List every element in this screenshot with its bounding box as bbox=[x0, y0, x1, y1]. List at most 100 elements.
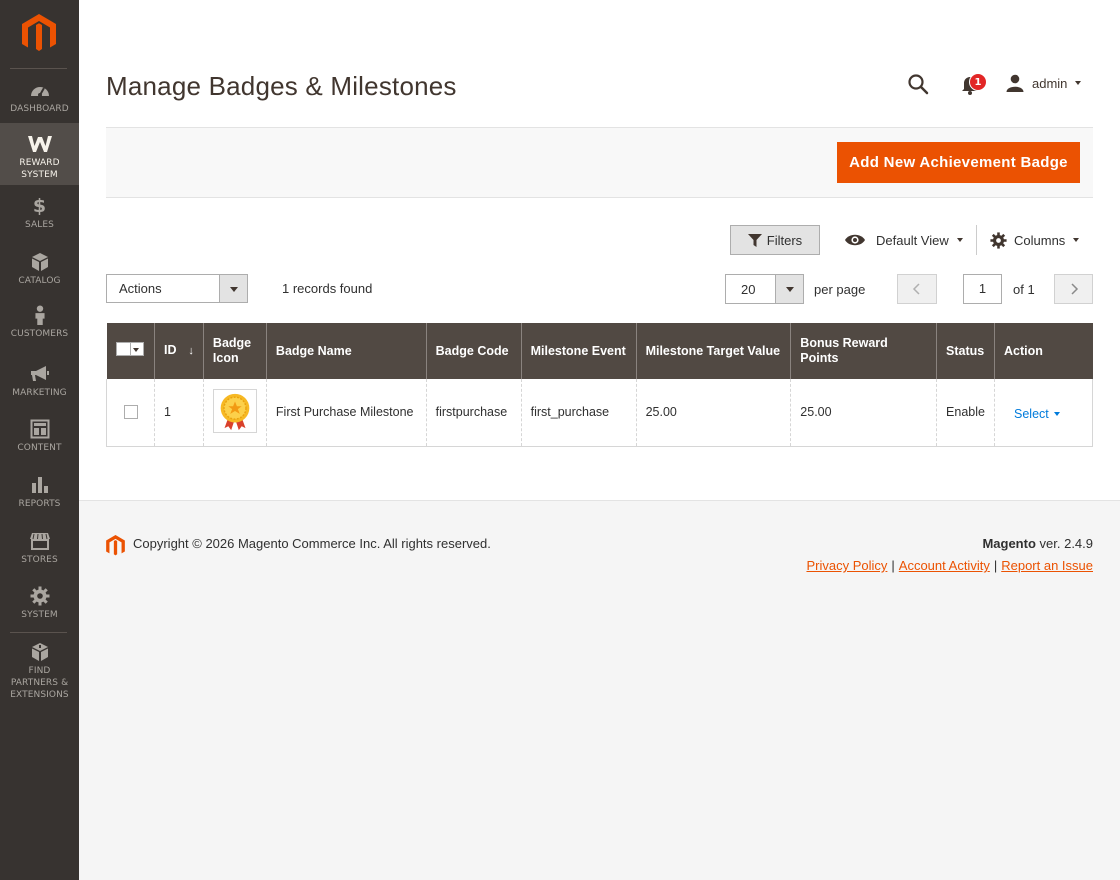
mass-select-checkbox[interactable] bbox=[115, 342, 144, 356]
reward-icon bbox=[27, 136, 52, 152]
view-switcher[interactable]: Default View bbox=[844, 227, 963, 253]
sidebar-item-label: DASHBOARD bbox=[10, 104, 69, 114]
dollar-icon: $ bbox=[32, 195, 47, 217]
columns-label: Columns bbox=[1014, 232, 1066, 248]
cell-badge-name: First Purchase Milestone bbox=[265, 379, 427, 447]
sidebar-item-reward-system[interactable]: REWARD SYSTEM bbox=[0, 123, 79, 185]
sort-arrow-icon: ↓ bbox=[188, 345, 194, 357]
select-all-checkbox[interactable] bbox=[115, 342, 131, 356]
mass-select-header[interactable] bbox=[106, 323, 155, 379]
sidebar-item-marketing[interactable]: MARKETING bbox=[0, 364, 79, 400]
bar-chart-icon bbox=[31, 477, 48, 493]
per-page-label: per page bbox=[814, 282, 866, 297]
cell-target-value: 25.00 bbox=[635, 379, 791, 447]
column-header-milestone-target[interactable]: Milestone Target Value bbox=[635, 323, 791, 379]
main-content: Manage Badges & Milestones 1 admin Add N… bbox=[79, 0, 1120, 500]
report-issue-link[interactable]: Report an Issue bbox=[1001, 558, 1093, 573]
cell-action: Select bbox=[994, 379, 1093, 447]
brand-name: Magento bbox=[982, 536, 1036, 551]
filter-icon bbox=[747, 233, 762, 247]
column-header-badge-name[interactable]: Badge Name bbox=[265, 323, 427, 379]
mass-actions-select[interactable]: Actions bbox=[106, 274, 248, 303]
records-found: 1 records found bbox=[282, 281, 373, 296]
search-icon[interactable] bbox=[907, 73, 929, 95]
cell-id: 1 bbox=[153, 379, 204, 447]
mass-actions-label: Actions bbox=[119, 281, 162, 296]
dashboard-icon bbox=[30, 87, 49, 97]
copyright-text: Copyright © 2026 Magento Commerce Inc. A… bbox=[133, 536, 491, 551]
sidebar-item-find-partners[interactable]: FIND PARTNERS & EXTENSIONS bbox=[0, 642, 79, 700]
cell-milestone-event: first_purchase bbox=[520, 379, 637, 447]
view-label: Default View bbox=[876, 232, 949, 248]
magento-logo bbox=[106, 535, 125, 556]
sidebar-item-sales[interactable]: $ SALES bbox=[0, 196, 79, 232]
footer-links: Privacy Policy | Account Activity | Report a… bbox=[806, 558, 1093, 573]
column-header-badge-code[interactable]: Badge Code bbox=[425, 323, 522, 379]
user-name: admin bbox=[1032, 75, 1068, 91]
page-count: of 1 bbox=[1013, 282, 1035, 297]
filters-button[interactable]: Filters bbox=[730, 225, 820, 255]
sidebar-item-label: REWARD SYSTEM bbox=[19, 158, 60, 180]
magento-logo[interactable] bbox=[22, 14, 56, 54]
filters-label: Filters bbox=[766, 232, 803, 248]
user-menu[interactable]: admin bbox=[1006, 72, 1082, 94]
next-page-button[interactable] bbox=[1054, 274, 1093, 304]
privacy-policy-link[interactable]: Privacy Policy bbox=[806, 558, 887, 573]
sidebar-item-label: CUSTOMERS bbox=[10, 329, 69, 339]
row-checkbox[interactable] bbox=[124, 405, 138, 420]
admin-sidebar: DASHBOARD REWARD SYSTEM $ SALES CATALOG … bbox=[0, 0, 79, 880]
sidebar-item-catalog[interactable]: CATALOG bbox=[0, 252, 79, 288]
row-checkbox-cell bbox=[106, 379, 155, 447]
toolbar-divider bbox=[976, 225, 977, 255]
chevron-down-icon bbox=[1075, 81, 1082, 85]
column-header-label: Badge Icon bbox=[212, 336, 252, 365]
chevron-right-icon bbox=[1071, 283, 1079, 295]
grid-header-row: ID ↓ Badge Icon Badge Name Badge Code Mil… bbox=[106, 323, 1093, 379]
box-icon bbox=[31, 643, 48, 661]
table-row: 1 First Purchase Milestone firstpurchase… bbox=[106, 379, 1093, 447]
sidebar-item-label: MARKETING bbox=[12, 388, 67, 398]
per-page-select[interactable]: 20 bbox=[725, 274, 804, 304]
row-action-select[interactable]: Select bbox=[1014, 407, 1060, 421]
badges-grid: ID ↓ Badge Icon Badge Name Badge Code Mil… bbox=[106, 323, 1093, 447]
store-icon bbox=[29, 533, 50, 550]
sidebar-item-label: REPORTS bbox=[18, 499, 61, 509]
chevron-down-icon bbox=[219, 275, 247, 302]
column-header-milestone-event[interactable]: Milestone Event bbox=[520, 323, 637, 379]
sidebar-item-label: SYSTEM bbox=[21, 610, 58, 620]
chevron-down-icon bbox=[775, 275, 803, 303]
column-header-badge-icon[interactable]: Badge Icon bbox=[202, 323, 267, 379]
sidebar-item-reports[interactable]: REPORTS bbox=[0, 475, 79, 511]
sidebar-item-label: CATALOG bbox=[18, 276, 61, 286]
previous-page-button[interactable] bbox=[897, 274, 937, 304]
row-action-label: Select bbox=[1014, 406, 1049, 421]
column-header-action: Action bbox=[994, 323, 1093, 379]
add-new-badge-button[interactable]: Add New Achievement Badge bbox=[837, 142, 1080, 183]
link-separator: | bbox=[993, 558, 998, 573]
sidebar-divider bbox=[10, 632, 67, 633]
version-info: Magento ver. 2.4.9 bbox=[982, 536, 1093, 551]
page-number-input[interactable]: 1 bbox=[963, 274, 1002, 304]
sidebar-item-stores[interactable]: STORES bbox=[0, 531, 79, 567]
chevron-left-icon bbox=[912, 283, 920, 295]
content-icon bbox=[30, 419, 49, 439]
column-header-status[interactable]: Status bbox=[936, 323, 995, 379]
sidebar-item-dashboard[interactable]: DASHBOARD bbox=[0, 80, 79, 116]
columns-switcher[interactable]: Columns bbox=[990, 227, 1080, 253]
sidebar-item-label: SALES bbox=[25, 220, 54, 230]
notification-count-badge[interactable]: 1 bbox=[969, 73, 987, 91]
sidebar-item-system[interactable]: SYSTEM bbox=[0, 586, 79, 622]
cell-badge-code: firstpurchase bbox=[425, 379, 522, 447]
column-header-id[interactable]: ID ↓ bbox=[153, 323, 204, 379]
cube-icon bbox=[31, 253, 48, 271]
cell-badge-icon bbox=[202, 379, 267, 447]
sidebar-item-content[interactable]: CONTENT bbox=[0, 419, 79, 455]
chevron-down-icon bbox=[956, 238, 963, 242]
page-footer: Copyright © 2026 Magento Commerce Inc. A… bbox=[79, 500, 1120, 880]
chevron-down-icon[interactable] bbox=[130, 342, 144, 356]
account-activity-link[interactable]: Account Activity bbox=[899, 558, 990, 573]
per-page-value: 20 bbox=[741, 282, 756, 297]
column-header-bonus-points[interactable]: Bonus Reward Points bbox=[790, 323, 937, 379]
sidebar-item-customers[interactable]: CUSTOMERS bbox=[0, 305, 79, 341]
sidebar-divider bbox=[10, 68, 67, 69]
